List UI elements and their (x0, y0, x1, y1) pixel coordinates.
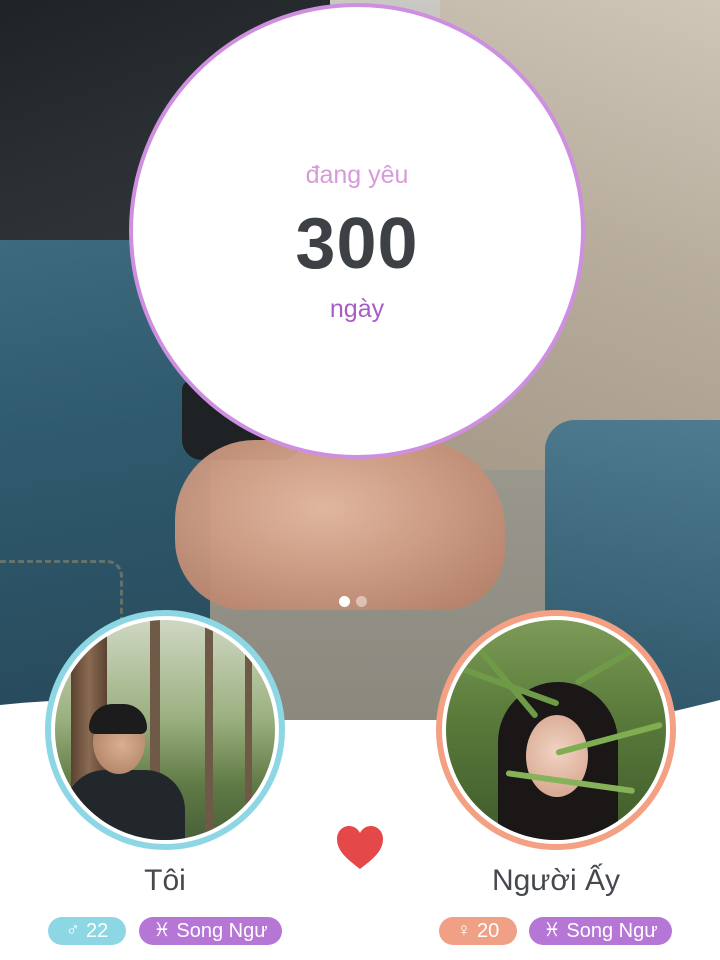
partner-zodiac: Song Ngư (566, 920, 658, 942)
my-zodiac-badge[interactable]: ♓︎ Song Ngư (139, 917, 282, 945)
my-avatar[interactable] (45, 610, 285, 850)
partner-name: Người Ấy (491, 864, 621, 897)
my-zodiac: Song Ngư (176, 920, 268, 942)
partner-zodiac-badge[interactable]: ♓︎ Song Ngư (529, 917, 672, 945)
day-count: 300 (295, 204, 419, 284)
my-age-badge[interactable]: ♂ 22 (48, 917, 126, 945)
counter-unit-label: ngày (329, 295, 385, 323)
female-icon: ♀ (456, 920, 471, 941)
partner-avatar[interactable] (436, 610, 676, 850)
page-indicator[interactable] (339, 596, 367, 608)
partner-avatar-photo (446, 620, 666, 840)
partner-age: 20 (477, 920, 500, 942)
my-age: 22 (86, 920, 109, 942)
pisces-icon: ♓︎ (543, 920, 561, 941)
page-dot-1[interactable] (339, 596, 350, 607)
page-dot-2[interactable] (356, 596, 367, 607)
my-avatar-photo (55, 620, 275, 840)
male-icon: ♂ (65, 920, 80, 941)
love-day-counter[interactable]: đang yêu 300 ngày (129, 3, 585, 459)
heart-icon[interactable] (335, 824, 385, 874)
my-name: Tôi (144, 864, 186, 897)
pisces-icon: ♓︎ (153, 920, 171, 941)
counter-status-label: đang yêu (305, 161, 409, 189)
partner-age-badge[interactable]: ♀ 20 (439, 917, 517, 945)
